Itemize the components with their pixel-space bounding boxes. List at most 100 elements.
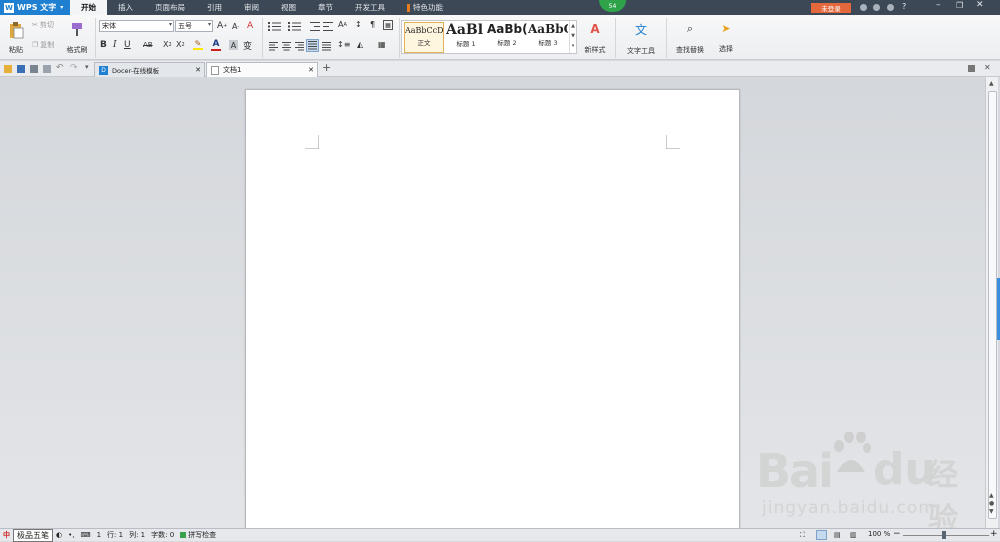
phonetic-icon[interactable]: 变 bbox=[243, 39, 252, 52]
line-spacing-icon[interactable]: ↕≡ bbox=[337, 40, 350, 49]
word-count[interactable]: 字数: 0 bbox=[148, 530, 177, 540]
text-tools-button[interactable]: 文 文字工具 bbox=[621, 18, 661, 58]
redo-icon[interactable]: ↷ bbox=[70, 63, 78, 73]
tab-developer[interactable]: 开发工具 bbox=[344, 0, 396, 15]
bold-icon[interactable]: B bbox=[100, 40, 107, 50]
align-center-icon[interactable] bbox=[282, 42, 291, 51]
font-size-select[interactable]: 五号 ▾ bbox=[175, 20, 213, 32]
justify-button[interactable] bbox=[306, 39, 319, 52]
view-fullscreen-icon[interactable]: ⛶ bbox=[800, 531, 805, 540]
font-size-aa-icon[interactable]: AA bbox=[338, 20, 347, 29]
page[interactable] bbox=[245, 89, 740, 539]
view-web-icon[interactable]: ▥ bbox=[850, 531, 857, 539]
spellcheck-toggle[interactable]: 拼写检查 bbox=[177, 530, 219, 540]
char-shading-icon[interactable]: A bbox=[229, 40, 238, 50]
strikethrough-icon[interactable]: AB bbox=[143, 41, 153, 49]
tab-docer-templates[interactable]: D Docer-在线模板 ✕ bbox=[94, 62, 205, 77]
paste-button[interactable]: 粘贴 bbox=[5, 18, 27, 58]
copy-button[interactable]: ❐ 复制 bbox=[32, 39, 54, 50]
select-button[interactable]: ➤ 选择 bbox=[713, 18, 739, 58]
zoom-slider-thumb[interactable] bbox=[942, 531, 946, 539]
skin-icon[interactable] bbox=[860, 4, 867, 11]
tab-chapter[interactable]: 章节 bbox=[307, 0, 344, 15]
bullet-list-icon[interactable] bbox=[268, 22, 282, 31]
text-box-icon[interactable]: ▦ bbox=[383, 20, 393, 30]
gallery-scroll-icon[interactable]: ▲ ▼ ▾ bbox=[569, 21, 576, 53]
close-icon[interactable]: ✕ bbox=[976, 0, 984, 10]
print-preview-icon[interactable] bbox=[43, 65, 51, 73]
increase-indent-icon[interactable] bbox=[323, 22, 333, 31]
underline-icon[interactable]: U bbox=[124, 40, 131, 50]
zoom-slider[interactable] bbox=[903, 535, 989, 536]
align-right-icon[interactable] bbox=[295, 42, 304, 51]
highlight-color-icon[interactable]: ✎ bbox=[193, 39, 203, 50]
tab-references[interactable]: 引用 bbox=[196, 0, 233, 15]
find-replace-button[interactable]: ⌕ 查找替换 bbox=[670, 18, 710, 58]
ime-keyboard-icon[interactable]: ⌨ bbox=[77, 531, 93, 539]
login-button[interactable]: 未登录 bbox=[811, 3, 851, 13]
app-menu-button[interactable]: W WPS 文字 ▾ bbox=[0, 0, 70, 15]
style-normal[interactable]: AaBbCcDd正文 bbox=[404, 22, 444, 53]
ime-logo-icon[interactable]: 中 bbox=[0, 530, 13, 540]
shading-icon[interactable]: ◭ bbox=[357, 40, 363, 49]
help-icon[interactable]: ? bbox=[902, 2, 906, 11]
numbered-list-icon[interactable] bbox=[288, 22, 302, 31]
clear-format-icon[interactable]: A bbox=[247, 21, 253, 31]
view-page-icon[interactable] bbox=[816, 530, 827, 540]
divider bbox=[615, 18, 616, 58]
close-tab-icon[interactable]: ✕ bbox=[308, 66, 314, 74]
font-color-icon[interactable]: A bbox=[211, 39, 221, 51]
border-icon[interactable]: ▦ bbox=[378, 40, 386, 49]
customize-icon[interactable]: ▾ bbox=[85, 63, 89, 71]
tab-home[interactable]: 开始 bbox=[70, 0, 107, 15]
style-heading-3[interactable]: AaBbC标题 3 bbox=[528, 22, 568, 52]
scroll-thumb[interactable] bbox=[988, 91, 997, 519]
cut-button[interactable]: ✂ 剪切 bbox=[32, 19, 54, 30]
font-name-select[interactable]: 宋体 ▾ bbox=[99, 20, 174, 32]
print-icon[interactable] bbox=[30, 65, 38, 73]
format-painter-label: 格式刷 bbox=[66, 46, 88, 54]
distributed-icon[interactable] bbox=[322, 42, 331, 51]
style-heading-1[interactable]: AaBl 标题 1 bbox=[446, 22, 486, 52]
tab-review[interactable]: 审阅 bbox=[233, 0, 270, 15]
tab-view[interactable]: 视图 bbox=[270, 0, 307, 15]
open-icon[interactable] bbox=[4, 65, 12, 73]
new-style-button[interactable]: A 新样式 bbox=[580, 18, 610, 58]
tab-page-layout[interactable]: 页面布局 bbox=[144, 0, 196, 15]
zoom-in-icon[interactable]: + bbox=[990, 529, 998, 539]
grow-font-icon[interactable]: A + bbox=[217, 21, 227, 31]
minimize-icon[interactable]: – bbox=[936, 0, 941, 10]
restore-tab-icon[interactable] bbox=[968, 65, 975, 72]
shirt-icon[interactable] bbox=[887, 4, 894, 11]
row-indicator: 行: 1 bbox=[107, 531, 124, 539]
scroll-up-icon[interactable]: ▲ bbox=[989, 80, 994, 87]
close-tab-icon[interactable]: ✕ bbox=[195, 66, 201, 74]
subscript-icon[interactable]: X2 bbox=[176, 40, 185, 49]
tab-special-features[interactable]: 特色功能 bbox=[396, 0, 454, 15]
style-heading-2[interactable]: AaBb(标题 2 bbox=[487, 22, 527, 52]
shrink-font-icon[interactable]: A- bbox=[232, 22, 239, 31]
new-tab-icon[interactable]: + bbox=[322, 61, 331, 74]
italic-icon[interactable]: I bbox=[113, 40, 117, 50]
tab-document-1[interactable]: 文档1 ✕ bbox=[206, 62, 318, 77]
tab-insert[interactable]: 插入 bbox=[107, 0, 144, 15]
restore-icon[interactable]: ❐ bbox=[956, 1, 963, 10]
feedback-icon[interactable] bbox=[873, 4, 880, 11]
zoom-level[interactable]: 100 % bbox=[868, 530, 890, 538]
superscript-icon[interactable]: X2 bbox=[163, 40, 172, 49]
ime-moon-icon[interactable]: ◐ bbox=[53, 531, 65, 539]
view-outline-icon[interactable]: ▤ bbox=[834, 531, 841, 539]
save-icon[interactable] bbox=[17, 65, 25, 73]
zoom-out-icon[interactable]: − bbox=[893, 529, 901, 539]
prev-page-icon[interactable]: ▲ ● ▼ bbox=[989, 492, 994, 516]
chevron-down-icon: ▾ bbox=[168, 21, 172, 28]
ime-punct-icon[interactable]: •, bbox=[65, 531, 77, 539]
close-doc-icon[interactable]: ✕ bbox=[984, 63, 991, 72]
undo-icon[interactable]: ↶ bbox=[56, 63, 64, 73]
align-left-icon[interactable] bbox=[269, 42, 278, 51]
ime-name[interactable]: 极品五笔 bbox=[13, 528, 53, 542]
show-marks-icon[interactable]: ¶ bbox=[370, 20, 375, 29]
format-painter-button[interactable]: 格式刷 bbox=[64, 18, 90, 58]
sort-icon[interactable]: ↕ bbox=[355, 20, 362, 29]
decrease-indent-icon[interactable] bbox=[310, 22, 320, 31]
